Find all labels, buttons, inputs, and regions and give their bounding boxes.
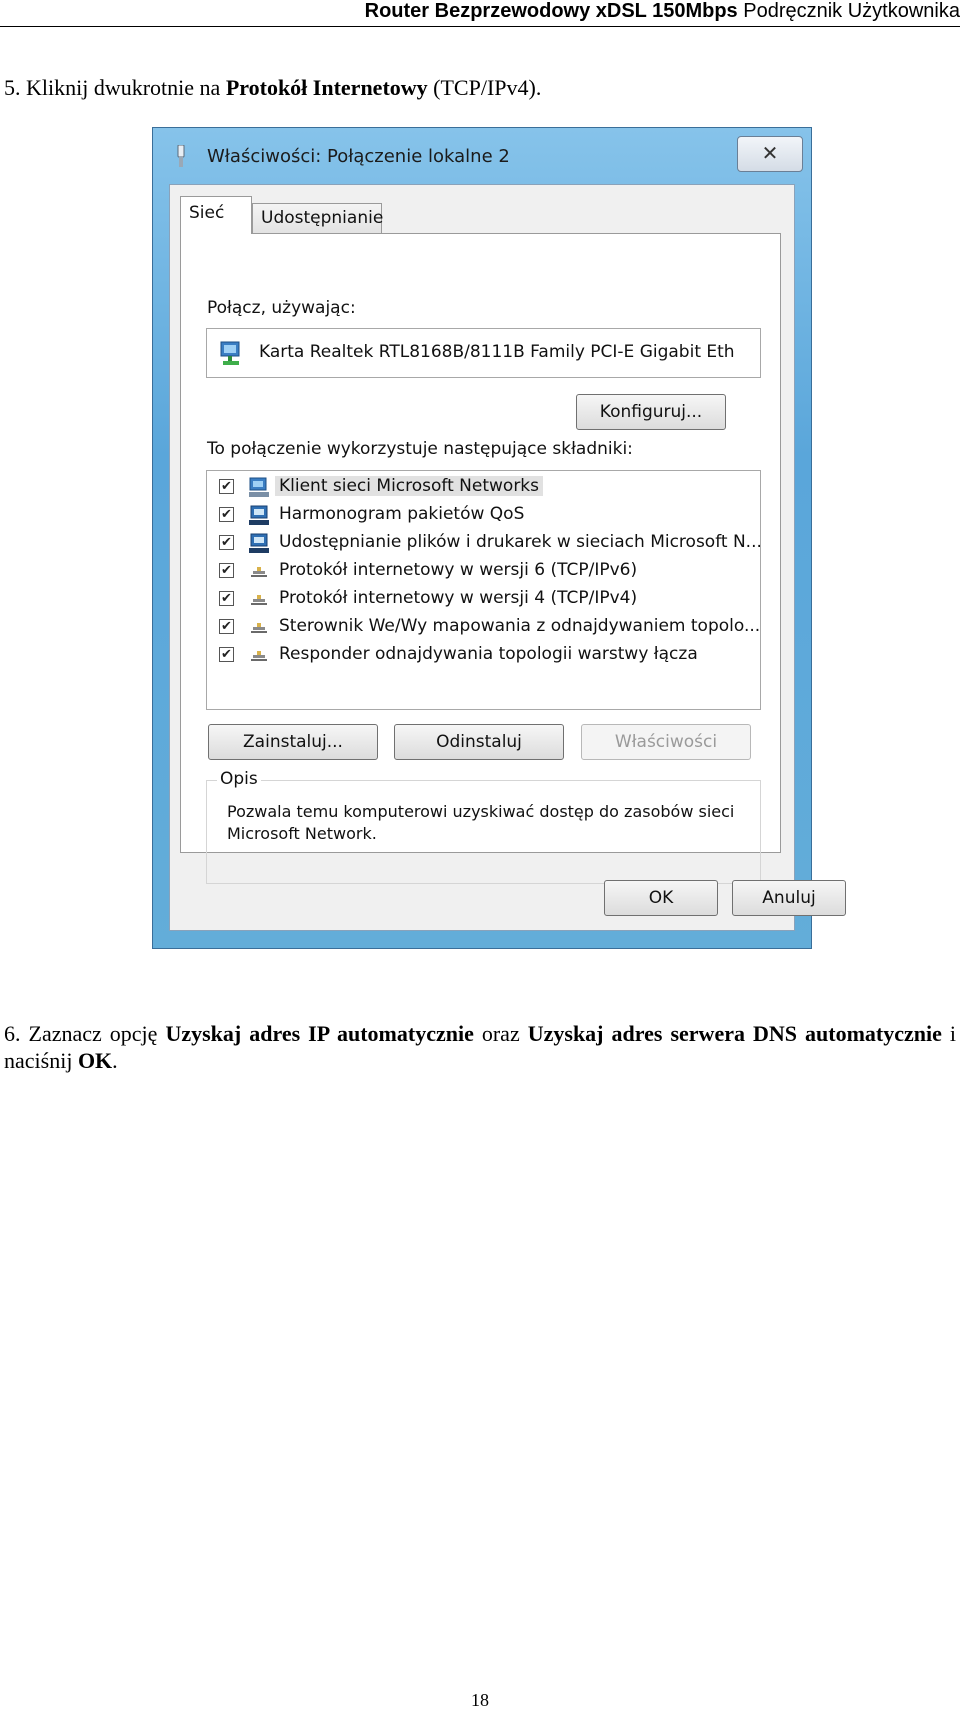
component-label: Sterownik We/Wy mapowania z odnajdywanie…	[279, 616, 761, 636]
components-list: ✔ Klient sieci Microsoft Networks ✔ Harm…	[206, 470, 761, 710]
component-checkbox[interactable]: ✔	[219, 507, 234, 522]
connect-using-label: Połącz, używając:	[207, 298, 356, 318]
component-checkbox[interactable]: ✔	[219, 535, 234, 550]
component-label: Udostępnianie plików i drukarek w siecia…	[279, 532, 761, 552]
network-adapter-icon	[177, 145, 185, 167]
step-5-suffix: (TCP/IPv4).	[427, 75, 542, 100]
description-text: Pozwala temu komputerowi uzyskiwać dostę…	[227, 802, 735, 843]
page-number: 18	[471, 1690, 489, 1710]
component-label: Protokół internetowy w wersji 6 (TCP/IPv…	[279, 560, 638, 580]
network-adapter-icon	[220, 341, 240, 365]
protocol-icon	[251, 623, 267, 633]
step-6-bold-dns: Uzyskaj adres serwera DNS automatycznie	[527, 1021, 942, 1046]
component-checkbox[interactable]: ✔	[219, 647, 234, 662]
step-5-instruction: 5. Kliknij dwukrotnie na Protokół Intern…	[4, 74, 541, 101]
ok-button[interactable]: OK	[604, 880, 718, 916]
component-label: Harmonogram pakietów QoS	[279, 504, 525, 524]
step-6-suffix: .	[112, 1048, 118, 1073]
header-title: Router Bezprzewodowy xDSL 150Mbps	[364, 0, 738, 22]
list-item[interactable]: ✔ Protokół internetowy w wersji 4 (TCP/I…	[207, 586, 760, 614]
step-6-instruction: 6. Zaznacz opcję Uzyskaj adres IP automa…	[4, 1020, 956, 1074]
network-service-icon	[249, 533, 269, 553]
list-item[interactable]: ✔ Udostępnianie plików i drukarek w siec…	[207, 530, 760, 558]
properties-button[interactable]: Właściwości	[581, 724, 751, 760]
description-group: Opis Pozwala temu komputerowi uzyskiwać …	[206, 769, 761, 884]
adapter-field: Karta Realtek RTL8168B/8111B Family PCI-…	[206, 328, 761, 378]
step-6-prefix: 6. Zaznacz opcję	[4, 1021, 166, 1046]
components-label: To połączenie wykorzystuje następujące s…	[207, 439, 633, 459]
configure-button[interactable]: Konfiguruj...	[576, 394, 726, 430]
header-subtitle: Podręcznik Użytkownika	[743, 0, 960, 22]
list-item[interactable]: ✔ Protokół internetowy w wersji 6 (TCP/I…	[207, 558, 760, 586]
dialog-title: Właściwości: Połączenie lokalne 2	[207, 146, 510, 167]
close-icon: ✕	[761, 141, 779, 165]
adapter-name: Karta Realtek RTL8168B/8111B Family PCI-…	[259, 342, 735, 362]
component-label: Protokół internetowy w wersji 4 (TCP/IPv…	[279, 588, 638, 608]
list-item[interactable]: ✔ Klient sieci Microsoft Networks	[207, 474, 760, 502]
network-client-icon	[249, 477, 269, 497]
page-header: Router Bezprzewodowy xDSL 150Mbps Podręc…	[0, 0, 960, 27]
install-button[interactable]: Zainstaluj...	[208, 724, 378, 760]
component-checkbox[interactable]: ✔	[219, 479, 234, 494]
uninstall-button[interactable]: Odinstaluj	[394, 724, 564, 760]
step-6-middle: oraz	[473, 1021, 528, 1046]
dialog-titlebar[interactable]: Właściwości: Połączenie lokalne 2 ✕	[153, 128, 811, 182]
dialog-client-area: Sieć Udostępnianie Połącz, używając: Kar…	[169, 184, 846, 931]
component-label: Responder odnajdywania topologii warstwy…	[279, 644, 698, 664]
list-item[interactable]: ✔ Harmonogram pakietów QoS	[207, 502, 760, 530]
close-button[interactable]: ✕	[737, 136, 803, 172]
network-service-icon	[249, 505, 269, 525]
list-item[interactable]: ✔ Sterownik We/Wy mapowania z odnajdywan…	[207, 614, 760, 642]
protocol-icon	[251, 595, 267, 605]
properties-dialog: Właściwości: Połączenie lokalne 2 ✕ Sieć…	[152, 127, 846, 949]
tab-panel: Połącz, używając: Karta Realtek RTL8168B…	[180, 233, 781, 884]
component-checkbox[interactable]: ✔	[219, 591, 234, 606]
step-5-bold: Protokół Internetowy	[225, 75, 428, 100]
tab-network[interactable]: Sieć	[180, 196, 252, 234]
protocol-icon	[251, 651, 267, 661]
step-6-bold-ip: Uzyskaj adres IP automatycznie	[165, 1021, 474, 1046]
step-6-bold-ok: OK	[77, 1048, 113, 1073]
list-item[interactable]: ✔ Responder odnajdywania topologii warst…	[207, 642, 760, 670]
component-checkbox[interactable]: ✔	[219, 619, 234, 634]
description-title: Opis	[217, 769, 261, 789]
protocol-icon	[251, 567, 267, 577]
cancel-button[interactable]: Anuluj	[732, 880, 846, 916]
tab-sharing[interactable]: Udostępnianie	[252, 203, 383, 234]
step-5-prefix: 5. Kliknij dwukrotnie na	[4, 75, 226, 100]
component-checkbox[interactable]: ✔	[219, 563, 234, 578]
component-label: Klient sieci Microsoft Networks	[275, 476, 544, 496]
